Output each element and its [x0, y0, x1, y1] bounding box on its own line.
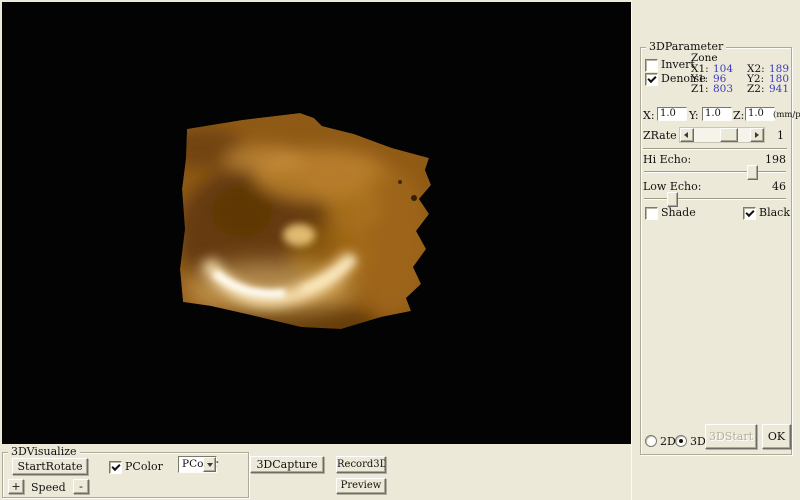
mode-2d-radio[interactable] — [645, 435, 657, 447]
speed-plus-button[interactable]: + — [8, 479, 24, 494]
zrate-value: 1 — [777, 129, 784, 142]
hi-echo-slider-track[interactable] — [644, 171, 786, 173]
zone-z2-label: Z2: — [747, 83, 765, 95]
low-echo-slider-track[interactable] — [644, 198, 786, 200]
zrate-label: ZRate — [643, 129, 677, 142]
y-scale-label: Y: — [689, 109, 699, 122]
hi-echo-value: 198 — [765, 153, 786, 166]
mode-3d-radio[interactable] — [675, 435, 687, 447]
shade-label: Shade — [661, 206, 696, 219]
parameter-panel: 3DParameter Invert Denoise Zone X1: 104 … — [631, 0, 800, 500]
capture-3d-button[interactable]: 3DCapture — [250, 456, 324, 473]
pcolor-checkbox[interactable] — [109, 461, 122, 474]
z-scale-label: Z: — [733, 109, 745, 122]
zrate-scroll-thumb[interactable] — [720, 128, 738, 142]
mode-2d-label: 2D — [660, 435, 676, 448]
black-checkbox[interactable] — [743, 207, 756, 220]
scale-unit-label: (mm/p) — [773, 110, 800, 120]
render-viewport[interactable] — [2, 2, 631, 444]
mode-3d-label: 3D — [690, 435, 706, 448]
z-scale-input[interactable] — [745, 107, 775, 121]
pcolor-dropdown[interactable]: PColor — [178, 456, 218, 473]
zone-z2-value: 941 — [769, 83, 790, 95]
low-echo-slider-thumb[interactable] — [667, 192, 678, 207]
zrate-scroll-right-icon[interactable] — [750, 128, 764, 142]
hi-echo-label: Hi Echo: — [643, 153, 692, 166]
zone-z1-label: Z1: — [691, 83, 709, 95]
x-scale-label: X: — [643, 109, 655, 122]
pcolor-label: PColor — [125, 460, 163, 473]
shade-checkbox[interactable] — [645, 207, 658, 220]
zone-values: X1: 104 X2: 189 Y1: 96 Y2: 180 Z1: 803 Z… — [691, 64, 789, 96]
start-rotate-button[interactable]: StartRotate — [12, 458, 88, 475]
start-3d-button[interactable]: 3DStart — [705, 424, 757, 449]
separator — [643, 148, 787, 150]
black-label: Black — [759, 206, 790, 219]
speed-label: Speed — [31, 481, 66, 494]
parameter-groupbox: 3DParameter Invert Denoise Zone X1: 104 … — [640, 40, 800, 455]
low-echo-label: Low Echo: — [643, 180, 702, 193]
hi-echo-slider-thumb[interactable] — [747, 165, 758, 180]
ok-button[interactable]: OK — [762, 424, 791, 449]
denoise-checkbox[interactable] — [645, 73, 658, 86]
visualize-bar: 3DVisualize StartRotate + Speed - PColor… — [0, 444, 631, 500]
zone-row-z: Z1: 803 Z2: 941 — [691, 83, 790, 95]
ultrasound-render — [180, 113, 431, 329]
zone-z1-value: 803 — [713, 83, 734, 95]
y-scale-input[interactable] — [702, 107, 732, 121]
low-echo-value: 46 — [772, 180, 786, 193]
zrate-scroll-left-icon[interactable] — [680, 128, 694, 142]
visualize-group-title: 3DVisualize — [8, 445, 80, 459]
record-3d-button[interactable]: Record3D — [336, 456, 386, 473]
visualize-groupbox: 3DVisualize StartRotate + Speed - PColor… — [2, 445, 249, 498]
invert-label: Invert — [661, 58, 695, 71]
zrate-scrollbar[interactable] — [679, 127, 765, 143]
pcolor-dropdown-arrow-icon[interactable] — [203, 457, 216, 472]
preview-button[interactable]: Preview — [336, 478, 386, 494]
x-scale-input[interactable] — [657, 107, 687, 121]
speed-minus-button[interactable]: - — [73, 479, 89, 494]
invert-checkbox[interactable] — [645, 59, 658, 72]
app-window: 3DParameter Invert Denoise Zone X1: 104 … — [0, 0, 800, 500]
